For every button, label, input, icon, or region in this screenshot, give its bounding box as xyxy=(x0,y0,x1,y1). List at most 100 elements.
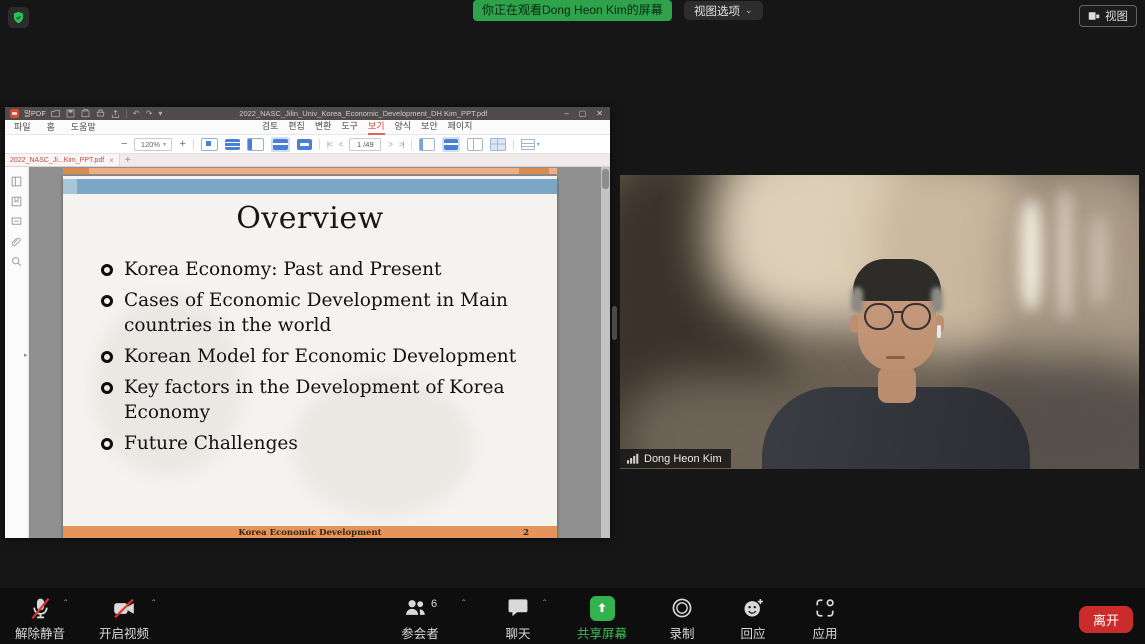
unmute-button[interactable]: 解除静音 xyxy=(0,595,85,642)
view-options-button[interactable]: 视图选项 ⌄ xyxy=(684,1,763,20)
fit-width-icon[interactable] xyxy=(225,139,240,150)
titlebar-separator xyxy=(126,110,127,118)
last-page-button[interactable]: >| xyxy=(399,140,404,149)
menu-page[interactable]: 페이지 xyxy=(448,120,473,135)
menu-edit[interactable]: 편집 xyxy=(288,120,305,135)
document-tab[interactable]: 2022_NASC_Ji...Kim_PPT.pdf × xyxy=(5,154,120,166)
layout-view-icon xyxy=(1088,10,1100,22)
menu-tools[interactable]: 도구 xyxy=(341,120,358,135)
menu-help[interactable]: 도움말 xyxy=(71,121,96,134)
chat-options-chevron[interactable]: ˆ xyxy=(543,599,546,610)
screen-watching-banner: 你正在观看Dong Heon Kim的屏幕 xyxy=(473,0,672,21)
share-export-icon[interactable] xyxy=(111,109,120,118)
menu-security[interactable]: 보안 xyxy=(421,120,438,135)
participant-name: Dong Heon Kim xyxy=(644,453,722,465)
menu-home[interactable]: 홈 xyxy=(47,121,55,134)
page-display-dropdown[interactable]: ▾ xyxy=(521,139,540,150)
leave-meeting-button[interactable]: 离开 xyxy=(1079,606,1133,633)
document-scrollbar[interactable] xyxy=(601,167,610,538)
panel-divider-handle[interactable] xyxy=(612,306,617,340)
camera-off-icon xyxy=(111,596,137,621)
print-icon[interactable] xyxy=(96,109,105,118)
actual-size-icon[interactable] xyxy=(201,138,218,151)
open-folder-icon[interactable] xyxy=(51,109,60,118)
continuous-view-selected[interactable] xyxy=(442,137,460,152)
bullet-ring-icon xyxy=(101,264,113,276)
chat-button[interactable]: 聊天 xyxy=(473,595,563,642)
comments-icon[interactable] xyxy=(11,216,22,227)
first-page-button[interactable]: |< xyxy=(327,140,332,149)
bullet-ring-icon xyxy=(101,295,113,307)
menu-convert[interactable]: 변환 xyxy=(315,120,332,135)
apps-button[interactable]: 应用 xyxy=(780,595,870,642)
slide-bullet-list: Korea Economy: Past and Present Cases of… xyxy=(101,257,545,456)
save-as-icon[interactable] xyxy=(81,109,90,118)
participant-nametag: Dong Heon Kim xyxy=(620,449,731,468)
grid-view-icon[interactable] xyxy=(490,138,506,151)
next-page-button[interactable]: > xyxy=(388,140,392,149)
redo-icon[interactable]: ↷ xyxy=(146,109,153,118)
presentation-mode-icon[interactable] xyxy=(297,139,312,150)
fit-page-selected[interactable] xyxy=(271,137,290,152)
participants-label: 参会者 xyxy=(401,623,439,642)
toolbar-caret-icon[interactable]: ▾ xyxy=(158,109,162,118)
menu-file[interactable]: 파일 xyxy=(14,121,31,134)
fit-page-icon xyxy=(273,139,288,150)
participants-options-chevron[interactable]: ˆ xyxy=(462,599,465,610)
share-screen-button[interactable]: 共享屏幕 xyxy=(557,595,647,642)
save-icon[interactable] xyxy=(66,109,75,118)
person-gray-temple xyxy=(851,287,863,313)
mic-options-chevron[interactable]: ˆ xyxy=(64,599,67,610)
reactions-smiley-icon xyxy=(741,596,766,620)
participants-icon xyxy=(403,596,428,620)
start-video-button[interactable]: 开启视频 xyxy=(79,595,169,642)
zoom-level-value: 120% xyxy=(141,140,160,149)
two-page-view-icon[interactable] xyxy=(467,138,483,151)
minimize-icon[interactable]: – xyxy=(564,109,568,118)
bullet-text: Future Challenges xyxy=(124,431,298,456)
participants-button[interactable]: 6 参会者 xyxy=(375,595,465,642)
page-display-caret-icon: ▾ xyxy=(537,141,540,148)
zoom-level-dropdown[interactable]: 120% ▾ xyxy=(134,138,172,151)
menu-review[interactable]: 검토 xyxy=(262,120,279,135)
continuous-view-icon xyxy=(444,139,458,150)
pdf-document-area[interactable]: Overview Korea Economy: Past and Present… xyxy=(29,167,610,538)
menu-forms[interactable]: 양식 xyxy=(395,120,412,135)
prev-page-button[interactable]: < xyxy=(339,140,343,149)
scrollbar-thumb[interactable] xyxy=(602,169,609,189)
glasses-bridge xyxy=(894,311,902,313)
undo-icon[interactable]: ↶ xyxy=(133,109,140,118)
reactions-label: 回应 xyxy=(740,623,765,642)
person-gray-temple xyxy=(931,287,943,313)
glasses-lens xyxy=(864,303,894,330)
attachments-icon[interactable] xyxy=(11,236,22,247)
participant-video: Dong Heon Kim xyxy=(620,175,1139,469)
maximize-icon[interactable]: ▢ xyxy=(579,109,587,118)
single-page-view-icon[interactable] xyxy=(419,138,435,151)
video-options-chevron[interactable]: ˆ xyxy=(152,599,155,610)
view-options-label: 视图选项 xyxy=(694,3,740,19)
bookmarks-icon[interactable] xyxy=(11,196,22,207)
new-tab-button[interactable]: + xyxy=(120,154,136,166)
zoom-in-button[interactable]: + xyxy=(179,139,185,149)
view-button[interactable]: 视图 xyxy=(1079,5,1137,27)
search-icon[interactable] xyxy=(11,256,22,267)
tab-close-icon[interactable]: × xyxy=(109,156,114,165)
chat-label: 聊天 xyxy=(505,623,530,642)
bookshelf-highlight xyxy=(1090,215,1108,305)
page-number-input[interactable]: 1 /49 xyxy=(349,138,381,151)
zoom-out-button[interactable]: − xyxy=(121,139,127,149)
sidebar-expand-icon[interactable]: ▸ xyxy=(24,351,28,359)
microphone-muted-icon xyxy=(28,596,53,621)
share-screen-label: 共享屏幕 xyxy=(577,623,627,642)
close-icon[interactable]: ✕ xyxy=(596,109,603,118)
security-shield-button[interactable] xyxy=(8,7,29,28)
bullet-ring-icon xyxy=(101,438,113,450)
pdf-menus-left: 파일 홈 도움말 xyxy=(14,121,96,134)
fit-height-icon[interactable] xyxy=(247,138,264,151)
menu-view-active[interactable]: 보기 xyxy=(368,120,385,135)
slide-title: Overview xyxy=(63,201,557,236)
record-icon xyxy=(670,596,694,620)
page-thumbnails-icon[interactable] xyxy=(11,176,22,187)
bullet-text: Korea Economy: Past and Present xyxy=(124,257,441,282)
